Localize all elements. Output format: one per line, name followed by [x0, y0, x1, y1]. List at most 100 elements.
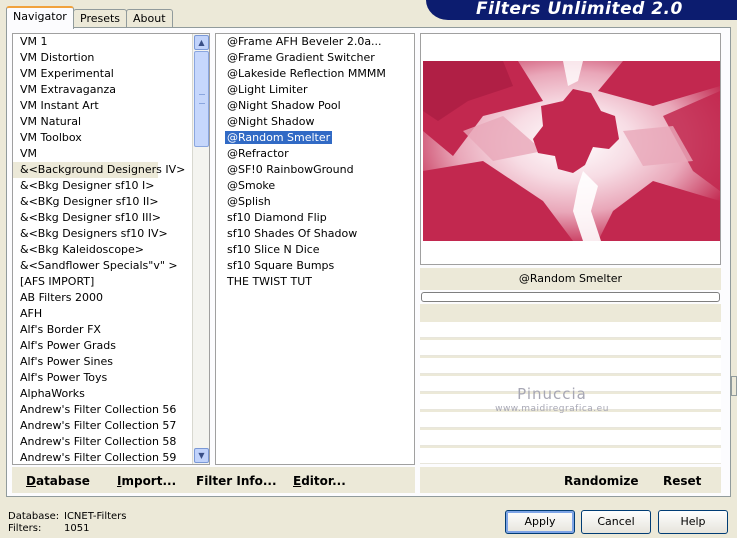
- arrow-up-icon[interactable]: ▲: [194, 35, 209, 50]
- filter-item[interactable]: sf10 Slice N Dice: [216, 242, 414, 258]
- category-scrollbar[interactable]: ▲ ▼: [192, 34, 209, 464]
- selected-filter-name: @Random Smelter: [420, 268, 721, 290]
- tab-navigator[interactable]: Navigator: [6, 6, 74, 29]
- preview-image: [423, 61, 720, 241]
- category-item[interactable]: &<Sandflower Specials"v" >: [13, 258, 209, 274]
- category-item[interactable]: VM Experimental: [13, 66, 209, 82]
- filter-item-label: sf10 Shades Of Shadow: [227, 227, 358, 240]
- tab-presets[interactable]: Presets: [73, 9, 128, 29]
- filter-item[interactable]: @Frame AFH Beveler 2.0a...: [216, 34, 414, 50]
- database-label: Database:: [8, 511, 60, 522]
- category-item[interactable]: &<Bkg Designer sf10 III>: [13, 210, 209, 226]
- filter-item-label: @Splish: [227, 195, 271, 208]
- preview-smelter-image: [423, 61, 720, 241]
- filter-item[interactable]: THE TWIST TUT: [216, 274, 414, 290]
- parameter-row: [420, 412, 721, 428]
- category-item[interactable]: &<Background Designers IV>: [13, 162, 185, 178]
- filter-item-label: @Night Shadow: [227, 115, 315, 128]
- filter-item[interactable]: @Random Smelter: [216, 130, 414, 146]
- tab-about[interactable]: About: [126, 9, 173, 29]
- category-item[interactable]: &<Bkg Designer sf10 I>: [13, 178, 209, 194]
- category-item[interactable]: &<Bkg Kaleidoscope>: [13, 242, 209, 258]
- category-item[interactable]: VM: [13, 146, 209, 162]
- reset-button[interactable]: Reset: [663, 474, 701, 488]
- parameter-area: [420, 304, 721, 464]
- category-item[interactable]: Alf's Border FX: [13, 322, 209, 338]
- category-item[interactable]: Andrew's Filter Collection 57: [13, 418, 209, 434]
- status-info: Database: ICNET-Filters Filters: 1051: [8, 511, 127, 535]
- category-item[interactable]: AlphaWorks: [13, 386, 209, 402]
- watermark-name: Pinuccia: [517, 385, 587, 403]
- filter-item[interactable]: @SF!0 RainbowGround: [216, 162, 414, 178]
- category-item[interactable]: Andrew's Filter Collection 59: [13, 450, 209, 464]
- category-item[interactable]: VM Toolbox: [13, 130, 209, 146]
- filter-item[interactable]: @Lakeside Reflection MMMM: [216, 66, 414, 82]
- filter-item-label: @Frame Gradient Switcher: [227, 51, 375, 64]
- parameter-row: [420, 430, 721, 446]
- filter-list[interactable]: @Frame AFH Beveler 2.0a... @Frame Gradien…: [215, 33, 415, 465]
- filter-item-label: @Refractor: [227, 147, 289, 160]
- parameter-row: [420, 340, 721, 356]
- scroll-thumb[interactable]: [194, 51, 209, 147]
- filter-item[interactable]: @Smoke: [216, 178, 414, 194]
- category-item[interactable]: VM 1: [13, 34, 209, 50]
- right-button-bar: Randomize Reset: [420, 467, 721, 493]
- grip-icon: [199, 94, 205, 104]
- category-item[interactable]: &<Bkg Designers sf10 IV>: [13, 226, 209, 242]
- category-list[interactable]: VM 1 VM Distortion VM Experimental VM Extra…: [12, 33, 210, 465]
- category-item[interactable]: [AFS IMPORT]: [13, 274, 209, 290]
- app-title-banner: Filters Unlimited 2.0: [426, 0, 737, 20]
- help-button[interactable]: Help: [658, 510, 728, 534]
- filter-item-label: @Light Limiter: [227, 83, 308, 96]
- category-item[interactable]: VM Instant Art: [13, 98, 209, 114]
- parameter-row: [420, 448, 721, 464]
- category-items: VM 1 VM Distortion VM Experimental VM Extra…: [13, 34, 209, 464]
- filter-item-label: @Smoke: [227, 179, 276, 192]
- filter-item[interactable]: sf10 Diamond Flip: [216, 210, 414, 226]
- progress-bar: [421, 292, 720, 302]
- category-item[interactable]: Alf's Power Toys: [13, 370, 209, 386]
- category-item[interactable]: Alf's Power Sines: [13, 354, 209, 370]
- category-item[interactable]: AB Filters 2000: [13, 290, 209, 306]
- preview-box: [420, 33, 721, 265]
- category-item[interactable]: &<BKg Designer sf10 II>: [13, 194, 209, 210]
- filter-item-label: sf10 Diamond Flip: [227, 211, 327, 224]
- import-button[interactable]: Import...: [117, 474, 176, 488]
- editor-button[interactable]: Editor...: [293, 474, 346, 488]
- apply-button[interactable]: Apply: [505, 510, 575, 534]
- category-item[interactable]: VM Distortion: [13, 50, 209, 66]
- database-button[interactable]: Database: [26, 474, 90, 488]
- category-item[interactable]: VM Extravaganza: [13, 82, 209, 98]
- filter-item-label: THE TWIST TUT: [227, 275, 312, 288]
- filter-item-label: @SF!0 RainbowGround: [227, 163, 354, 176]
- filter-item[interactable]: @Light Limiter: [216, 82, 414, 98]
- window-edge: [731, 376, 737, 396]
- filter-item[interactable]: @Frame Gradient Switcher: [216, 50, 414, 66]
- category-item[interactable]: Andrew's Filter Collection 58: [13, 434, 209, 450]
- category-item[interactable]: VM Natural: [13, 114, 209, 130]
- filter-item[interactable]: sf10 Shades Of Shadow: [216, 226, 414, 242]
- filter-item[interactable]: @Refractor: [216, 146, 414, 162]
- filters-label: Filters:: [8, 523, 42, 534]
- category-item[interactable]: AFH: [13, 306, 209, 322]
- filter-item-label: sf10 Slice N Dice: [227, 243, 320, 256]
- filter-item[interactable]: @Splish: [216, 194, 414, 210]
- filter-item[interactable]: @Night Shadow: [216, 114, 414, 130]
- watermark: Pinuccia www.maidiregrafica.eu: [482, 385, 622, 414]
- category-item[interactable]: Andrew's Filter Collection 56: [13, 402, 209, 418]
- arrow-down-icon[interactable]: ▼: [194, 448, 209, 463]
- filter-item-label: @Random Smelter: [225, 131, 333, 144]
- filter-item-label: @Lakeside Reflection MMMM: [227, 67, 386, 80]
- category-item[interactable]: Alf's Power Grads: [13, 338, 209, 354]
- filter-info-button[interactable]: Filter Info...: [196, 474, 277, 488]
- cancel-button[interactable]: Cancel: [581, 510, 651, 534]
- randomize-button[interactable]: Randomize: [564, 474, 638, 488]
- filter-item[interactable]: @Night Shadow Pool: [216, 98, 414, 114]
- filter-item-label: @Frame AFH Beveler 2.0a...: [227, 35, 382, 48]
- filter-item-label: sf10 Square Bumps: [227, 259, 335, 272]
- filters-count: 1051: [64, 523, 90, 534]
- parameter-row: [420, 322, 721, 338]
- filter-item-label: @Night Shadow Pool: [227, 99, 341, 112]
- filter-item[interactable]: sf10 Square Bumps: [216, 258, 414, 274]
- parameter-row: [420, 358, 721, 374]
